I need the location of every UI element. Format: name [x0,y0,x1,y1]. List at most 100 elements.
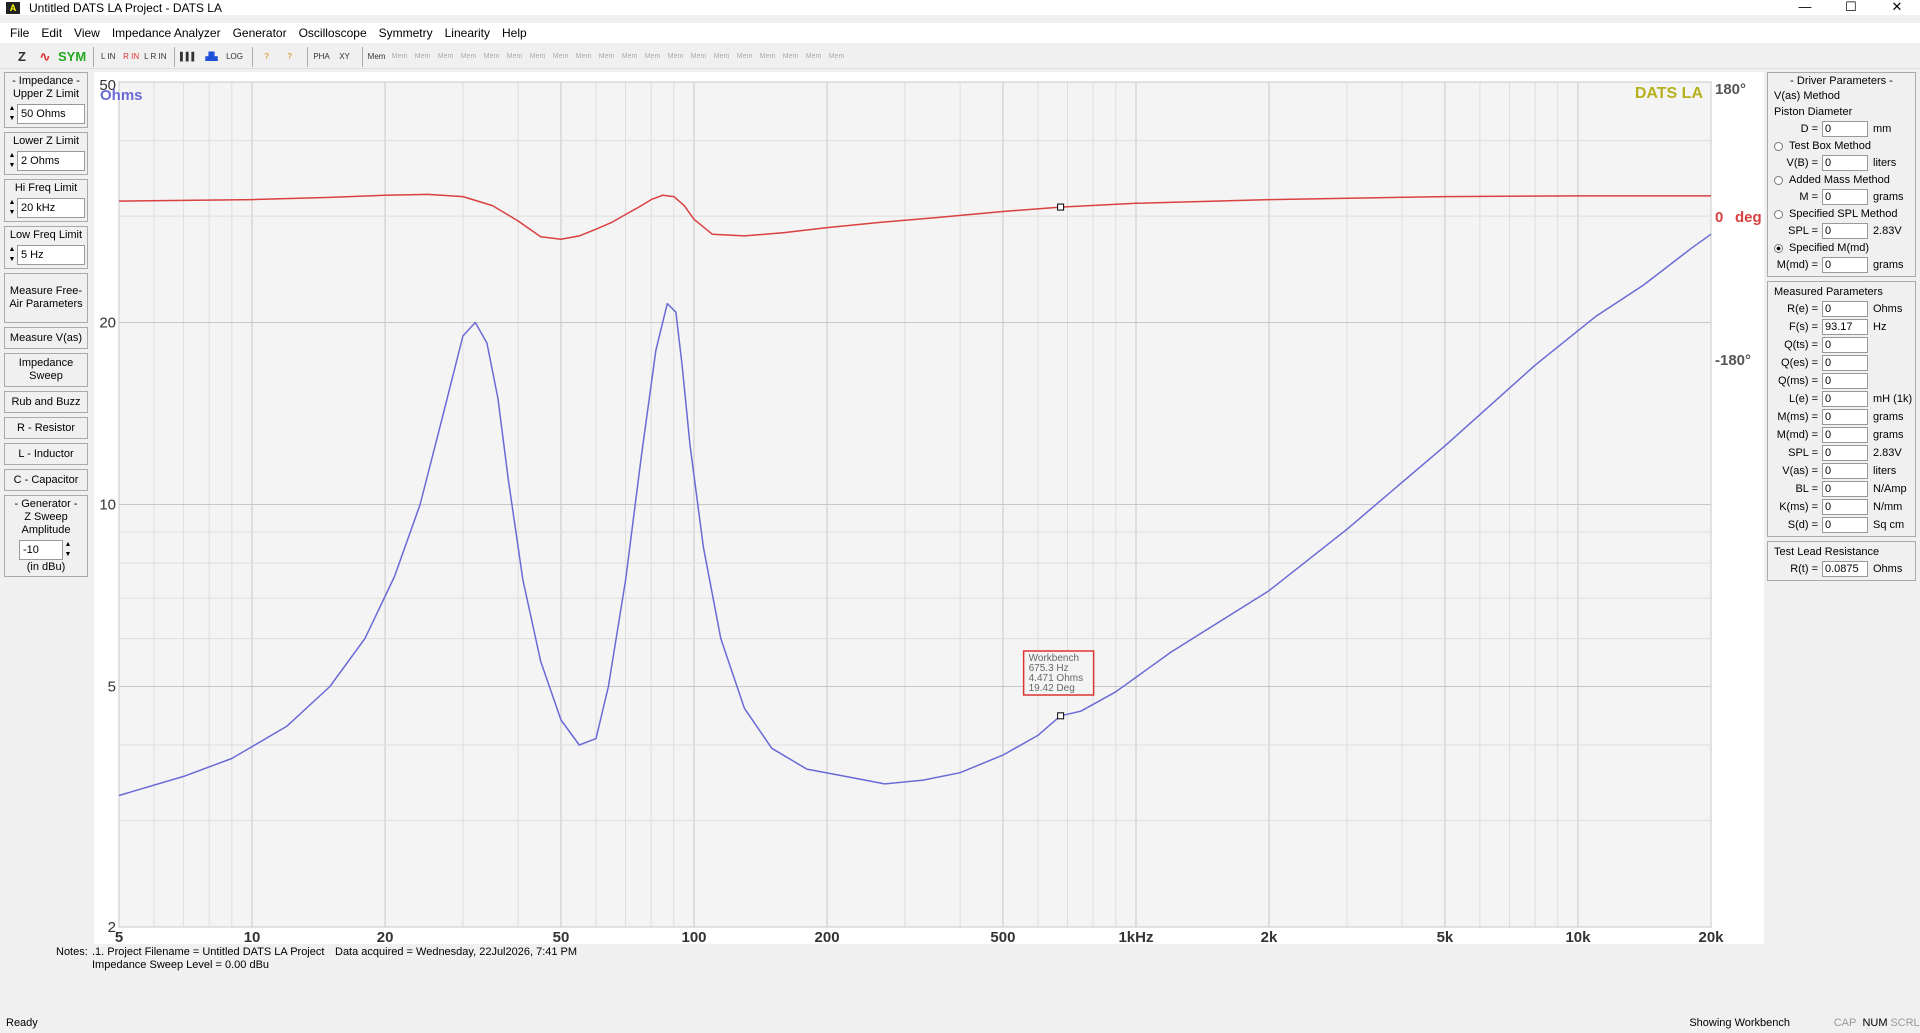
up-arrow-icon[interactable]: ▲ [7,245,17,255]
resistor-button[interactable]: R - Resistor [4,417,88,439]
measured-field[interactable]: 0 [1822,301,1868,317]
menu-edit[interactable]: Edit [35,26,68,40]
measured-field[interactable]: 93.17 [1822,319,1868,335]
down-arrow-icon[interactable]: ▼ [7,208,17,218]
mem-slot-15[interactable]: Mem [712,47,732,67]
measured-field[interactable]: 0 [1822,481,1868,497]
mem-slot-4[interactable]: Mem [459,47,479,67]
lower-z-field[interactable]: 2 Ohms [17,151,85,171]
lr-in-button[interactable]: L R IN [144,47,166,67]
sym-button[interactable]: SYM [58,47,86,67]
spectrum-button[interactable]: ▟▙ [202,47,222,67]
down-arrow-icon[interactable]: ▼ [63,550,73,560]
amplitude-spinner[interactable]: -10 ▲ ▼ [19,539,73,561]
measured-field[interactable]: 0 [1822,409,1868,425]
measure-vas-button[interactable]: Measure V(as) [4,327,88,349]
menu-oscilloscope[interactable]: Oscilloscope [293,26,373,40]
radio-selected-icon[interactable] [1774,243,1783,253]
measured-field[interactable]: 0 [1822,355,1868,371]
vb-field[interactable]: 0 [1822,155,1868,171]
radio-icon[interactable] [1774,141,1783,151]
d-field[interactable]: 0 [1822,121,1868,137]
up-arrow-icon[interactable]: ▲ [7,104,17,114]
mem-slot-11[interactable]: Mem [620,47,640,67]
mem-slot-19[interactable]: Mem [804,47,824,67]
log-button[interactable]: LOG [225,47,245,67]
menu-generator[interactable]: Generator [227,26,293,40]
mem-slot-2[interactable]: Mem [413,47,433,67]
measured-field[interactable]: 0 [1822,499,1868,515]
menu-help[interactable]: Help [496,26,533,40]
workbench-marker-phase[interactable] [1057,203,1065,211]
menu-file[interactable]: File [4,26,35,40]
up-arrow-icon[interactable]: ▲ [63,540,73,550]
help-button[interactable]: ? [257,47,277,67]
menu-symmetry[interactable]: Symmetry [373,26,439,40]
mem-slot-8[interactable]: Mem [551,47,571,67]
impedance-sweep-button[interactable]: Impedance Sweep [4,353,88,387]
measured-field[interactable]: 0 [1822,517,1868,533]
upper-z-spinner[interactable]: ▲ ▼ 50 Ohms [7,103,85,125]
mem-slot-1[interactable]: Mem [390,47,410,67]
measured-field[interactable]: 0 [1822,391,1868,407]
measured-field[interactable]: 0 [1822,445,1868,461]
measured-field[interactable]: 0 [1822,373,1868,389]
low-freq-spinner[interactable]: ▲ ▼ 5 Hz [7,244,85,266]
hi-freq-spinner[interactable]: ▲ ▼ 20 kHz [7,197,85,219]
spl-field[interactable]: 0 [1822,223,1868,239]
m-field[interactable]: 0 [1822,189,1868,205]
mem-slot-6[interactable]: Mem [505,47,525,67]
mem-slot-20[interactable]: Mem [827,47,847,67]
down-arrow-icon[interactable]: ▼ [7,114,17,124]
upper-z-field[interactable]: 50 Ohms [17,104,85,124]
hi-freq-field[interactable]: 20 kHz [17,198,85,218]
phase-button[interactable]: PHA [312,47,332,67]
r-in-button[interactable]: R IN [121,47,141,67]
mem-button[interactable]: Mem [367,47,387,67]
bars-button[interactable]: ▌▌▌ [179,47,199,67]
mem-slot-13[interactable]: Mem [666,47,686,67]
lower-z-spinner[interactable]: ▲ ▼ 2 Ohms [7,150,85,172]
mem-slot-7[interactable]: Mem [528,47,548,67]
down-arrow-icon[interactable]: ▼ [7,161,17,171]
mem-slot-9[interactable]: Mem [574,47,594,67]
context-help-button[interactable]: ? [280,47,300,67]
measure-free-air-button[interactable]: Measure Free-Air Parameters [4,273,88,323]
rt-field[interactable]: 0.0875 [1822,561,1868,577]
mem-slot-17[interactable]: Mem [758,47,778,67]
up-arrow-icon[interactable]: ▲ [7,198,17,208]
amplitude-field[interactable]: -10 [19,540,63,560]
specified-spl-radio[interactable]: Specified SPL Method [1770,206,1913,222]
low-freq-field[interactable]: 5 Hz [17,245,85,265]
test-box-radio[interactable]: Test Box Method [1770,138,1913,154]
close-button[interactable]: ✕ [1874,0,1920,15]
mem-slot-3[interactable]: Mem [436,47,456,67]
measured-field[interactable]: 0 [1822,427,1868,443]
maximize-button[interactable]: ☐ [1828,0,1874,15]
xy-button[interactable]: XY [335,47,355,67]
inductor-button[interactable]: L - Inductor [4,443,88,465]
z-button[interactable]: Z [12,47,32,67]
mem-slot-18[interactable]: Mem [781,47,801,67]
minimize-button[interactable]: — [1782,0,1828,15]
measured-field[interactable]: 0 [1822,337,1868,353]
up-arrow-icon[interactable]: ▲ [7,151,17,161]
l-in-button[interactable]: L IN [98,47,118,67]
rub-and-buzz-button[interactable]: Rub and Buzz [4,391,88,413]
mem-slot-16[interactable]: Mem [735,47,755,67]
menu-view[interactable]: View [68,26,106,40]
radio-icon[interactable] [1774,175,1783,185]
specified-mmd-radio[interactable]: Specified M(md) [1770,240,1913,256]
mem-slot-5[interactable]: Mem [482,47,502,67]
mmd-field[interactable]: 0 [1822,257,1868,273]
menu-impedance-analyzer[interactable]: Impedance Analyzer [106,26,227,40]
mem-slot-12[interactable]: Mem [643,47,663,67]
mem-slot-14[interactable]: Mem [689,47,709,67]
menu-linearity[interactable]: Linearity [439,26,496,40]
mem-slot-10[interactable]: Mem [597,47,617,67]
added-mass-radio[interactable]: Added Mass Method [1770,172,1913,188]
workbench-marker-impedance[interactable] [1057,712,1065,720]
phase-wave-button[interactable]: ∿ [35,47,55,67]
capacitor-button[interactable]: C - Capacitor [4,469,88,491]
radio-icon[interactable] [1774,209,1783,219]
